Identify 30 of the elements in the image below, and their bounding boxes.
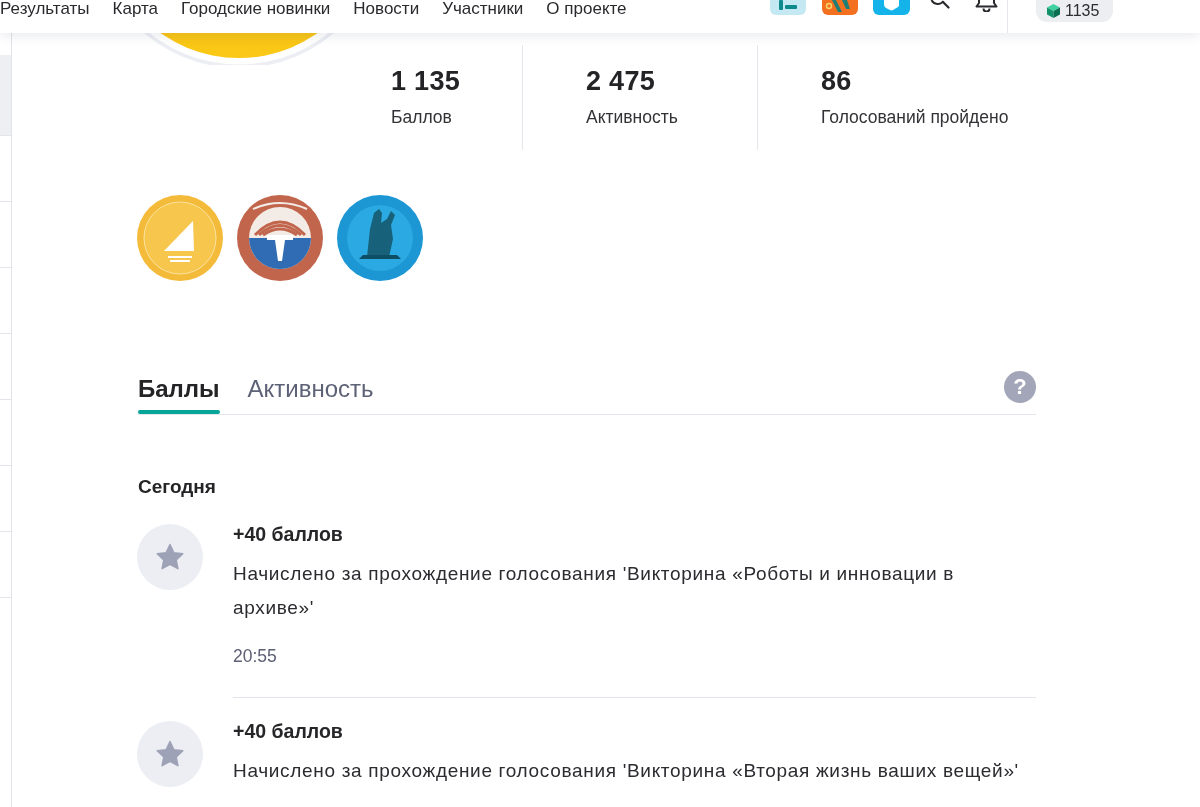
bell-icon[interactable] [975, 0, 998, 12]
stat-value: 2 475 [586, 65, 657, 97]
points-balance[interactable]: 1135 [1036, 0, 1113, 22]
figure-app-icon[interactable] [822, 0, 858, 15]
points-title: +40 баллов [233, 719, 344, 743]
list-app-icon[interactable] [770, 0, 806, 15]
nav-link[interactable]: Результаты [0, 0, 90, 18]
nav-link[interactable]: Карта [112, 0, 159, 18]
nav-link[interactable]: Новости [353, 0, 420, 18]
tab[interactable]: Баллы [138, 374, 220, 414]
points-title: +40 баллов [233, 522, 344, 546]
fountain-badge-icon [237, 195, 323, 281]
nav-link[interactable]: Участники [442, 0, 524, 18]
nav-link[interactable]: О проекте [546, 0, 627, 18]
tab[interactable]: Активность [247, 374, 374, 414]
points-description: Начислено за прохождение голосования 'Викторина «Вторая жизнь ваших вещей»' [233, 759, 1020, 783]
stat-label: Баллов [391, 106, 453, 129]
nav-link[interactable]: Городские новинки [181, 0, 331, 18]
cube-icon [1047, 4, 1060, 18]
statue-badge-icon [337, 195, 423, 281]
entry-time: 20:55 [233, 645, 278, 668]
points-description: Начислено за прохождение голосования 'Викторина «Роботы и инновации в архиве»' [233, 562, 956, 620]
stat-label: Голосований пройдено [821, 106, 1009, 129]
stat-value: 86 [821, 65, 853, 97]
stat-value: 1 135 [391, 65, 462, 97]
stat-label: Активность [586, 106, 679, 129]
shape-app-icon[interactable] [873, 0, 910, 15]
date-heading: Сегодня [138, 475, 217, 499]
search-icon[interactable] [930, 0, 950, 9]
triangle-badge-icon [137, 195, 223, 281]
